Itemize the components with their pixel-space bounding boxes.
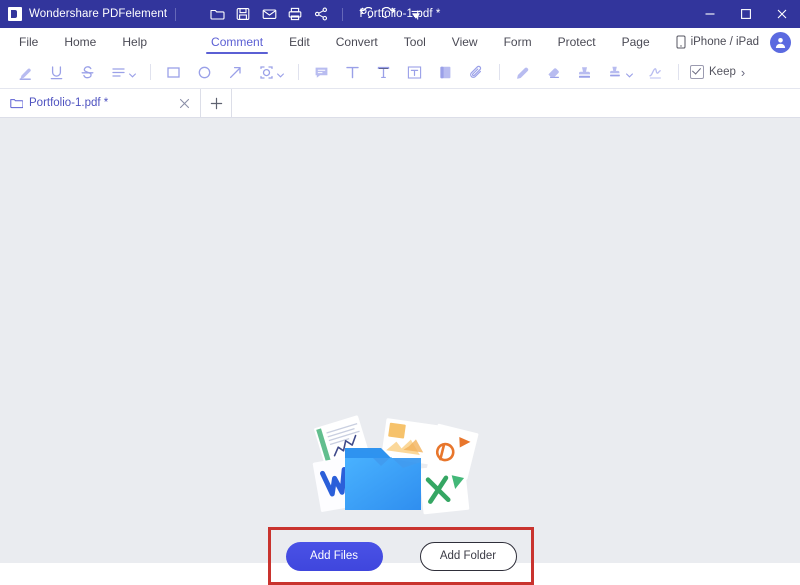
menubar-right-group: iPhone / iPad	[676, 28, 800, 56]
window-controls	[692, 0, 800, 28]
titlebar-divider-2	[342, 7, 344, 21]
minimize-icon[interactable]	[692, 0, 728, 28]
maximize-icon[interactable]	[728, 0, 764, 28]
iphone-ipad-label: iPhone / iPad	[690, 36, 759, 48]
sticky-note-icon[interactable]	[430, 59, 461, 85]
document-tab-portfolio-1[interactable]: Portfolio-1.pdf *	[0, 89, 201, 117]
close-icon[interactable]	[764, 0, 800, 28]
ribbon-divider-2	[298, 64, 299, 80]
ribbon-divider-1	[150, 64, 151, 80]
document-tab-label: Portfolio-1.pdf *	[29, 97, 109, 109]
keep-checkbox-box	[690, 65, 704, 79]
customize-dropdown-icon[interactable]	[403, 3, 429, 25]
chevron-down-icon	[129, 72, 136, 78]
strikethrough-icon[interactable]	[72, 59, 103, 85]
comment-bubble-icon[interactable]	[306, 59, 337, 85]
document-tab-strip: Portfolio-1.pdf *	[0, 89, 800, 118]
share-icon[interactable]	[308, 3, 334, 25]
stamp-icon[interactable]	[569, 59, 600, 85]
keep-label: Keep	[709, 66, 736, 78]
ribbon-divider-4	[678, 64, 679, 80]
plus-icon	[210, 97, 222, 109]
email-icon[interactable]	[256, 3, 282, 25]
typewriter-icon[interactable]	[368, 59, 399, 85]
menu-item-edit[interactable]: Edit	[276, 28, 323, 56]
titlebar-divider-1	[175, 7, 177, 21]
highlight-icon[interactable]	[10, 59, 41, 85]
phone-icon	[676, 35, 686, 49]
underline-icon[interactable]	[41, 59, 72, 85]
folder-tab-icon	[10, 97, 23, 109]
eraser-icon[interactable]	[538, 59, 569, 85]
attachment-icon[interactable]	[461, 59, 492, 85]
add-folder-button[interactable]: Add Folder	[419, 541, 517, 571]
chevron-down-icon	[626, 72, 633, 78]
portfolio-actions: Add Files Add Folder	[268, 527, 534, 585]
signature-icon[interactable]	[640, 59, 671, 85]
rectangle-icon[interactable]	[158, 59, 189, 85]
tab-strip-empty-area	[232, 89, 800, 117]
text-comment-icon[interactable]	[337, 59, 368, 85]
open-file-icon[interactable]	[204, 3, 230, 25]
new-tab-button[interactable]	[201, 89, 232, 117]
arrow-icon[interactable]	[220, 59, 251, 85]
document-canvas: Add Files Add Folder	[0, 118, 800, 585]
custom-stamp-icon[interactable]	[600, 59, 640, 85]
portfolio-empty-state: Add Files Add Folder	[0, 118, 800, 585]
menu-item-file[interactable]: File	[6, 28, 51, 56]
quick-access-toolbar	[204, 3, 429, 25]
menu-item-form[interactable]: Form	[491, 28, 545, 56]
menu-item-help[interactable]: Help	[109, 28, 160, 56]
squiggly-lines-icon[interactable]	[103, 59, 143, 85]
menu-item-convert[interactable]: Convert	[323, 28, 391, 56]
pencil-icon[interactable]	[507, 59, 538, 85]
menu-item-page[interactable]: Page	[609, 28, 663, 56]
save-icon[interactable]	[230, 3, 256, 25]
menu-item-tool[interactable]: Tool	[391, 28, 439, 56]
close-tab-icon[interactable]	[176, 95, 192, 111]
title-bar: Wondershare PDFelement Portfolio-1.pdf *	[0, 0, 800, 28]
keep-tool-checkbox[interactable]: Keep	[690, 65, 736, 79]
menu-bar: File Home Help Comment Edit Convert Tool…	[0, 28, 800, 56]
print-icon[interactable]	[282, 3, 308, 25]
ribbon-overflow-icon[interactable]: ›	[741, 65, 745, 80]
redo-icon[interactable]	[377, 3, 403, 25]
add-files-button[interactable]: Add Files	[285, 541, 383, 571]
undo-icon[interactable]	[351, 3, 377, 25]
comment-ribbon-toolbar: Keep ›	[0, 56, 800, 89]
menu-item-protect[interactable]: Protect	[545, 28, 609, 56]
textbox-icon[interactable]	[399, 59, 430, 85]
menu-item-view[interactable]: View	[439, 28, 491, 56]
area-highlight-icon[interactable]	[251, 59, 291, 85]
pdfelement-logo-icon	[8, 7, 22, 21]
pdfelement-window: Wondershare PDFelement Portfolio-1.pdf *…	[0, 0, 800, 585]
excel-document-card	[418, 463, 470, 515]
ellipse-icon[interactable]	[189, 59, 220, 85]
chevron-down-icon	[277, 72, 284, 78]
iphone-ipad-link[interactable]: iPhone / iPad	[676, 35, 759, 49]
menu-item-home[interactable]: Home	[51, 28, 109, 56]
menu-item-comment[interactable]: Comment	[198, 28, 276, 56]
portfolio-folder-illustration	[305, 414, 485, 524]
ribbon-divider-3	[499, 64, 500, 80]
user-avatar-icon[interactable]	[770, 31, 791, 53]
app-name-label: Wondershare PDFelement	[29, 8, 168, 20]
